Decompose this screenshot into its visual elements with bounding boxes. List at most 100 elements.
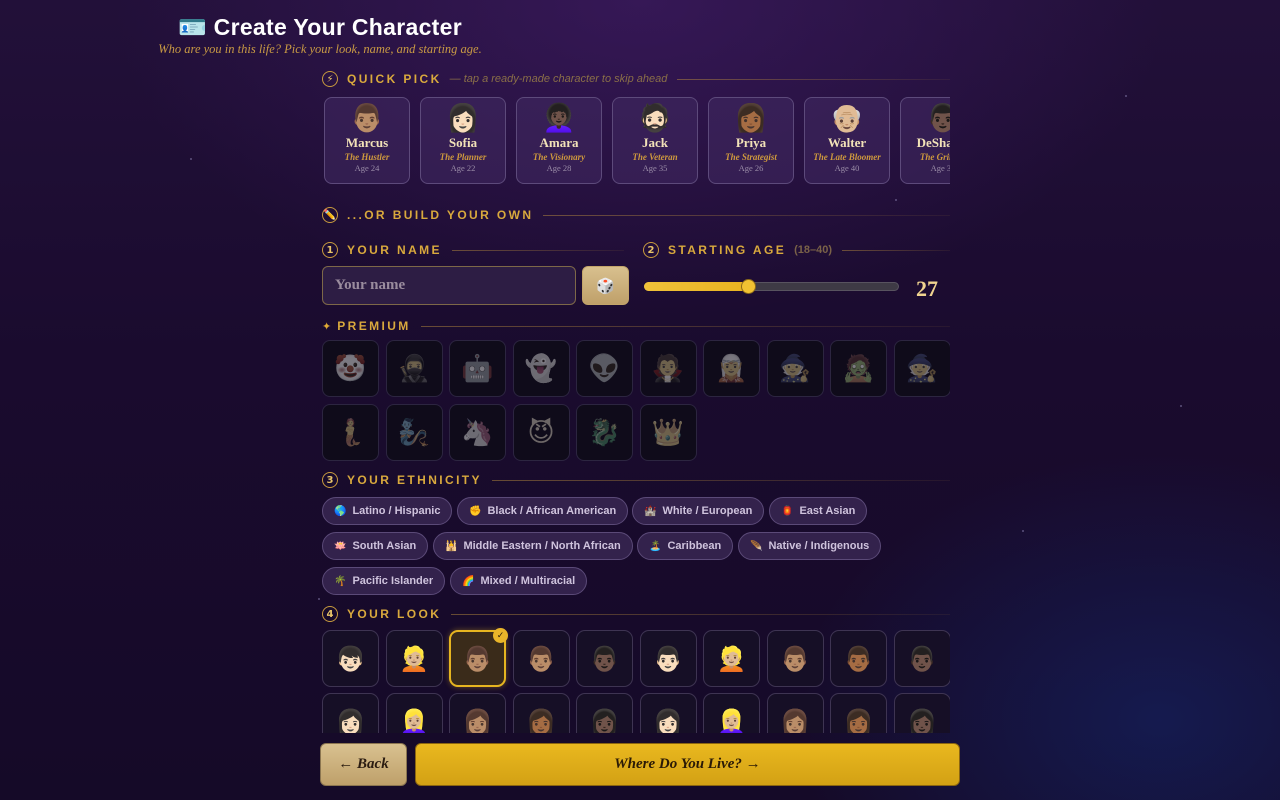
ethnicity-chip-middle-eastern[interactable]: 🕌 Middle Eastern / North African [433, 532, 633, 560]
premium-avatar-icon: 🧜 [334, 417, 367, 448]
character-archetype: The Veteran [632, 152, 678, 162]
divider [842, 249, 950, 251]
chip-label: Pacific Islander [352, 575, 434, 587]
character-avatar: 👩🏿‍🦱 [542, 103, 576, 134]
look-option-selected[interactable]: 👨🏽 ✓ [449, 628, 508, 687]
back-button[interactable]: ← Back [320, 743, 407, 786]
quick-pick-card-jack[interactable]: 🧔🏻 Jack The Veteran Age 35 [612, 97, 698, 184]
premium-avatar-tile[interactable]: 🦄 [449, 404, 506, 461]
premium-avatar-tile[interactable]: 🧟 [830, 340, 887, 397]
look-option[interactable]: 👱🏼 [385, 630, 443, 687]
name-input[interactable] [322, 266, 576, 305]
look-option[interactable]: 👱🏼 [703, 630, 760, 687]
divider [420, 325, 950, 327]
ethnicity-header: 3 YOUR ETHNICITY [322, 470, 950, 490]
premium-avatar-tile[interactable]: 👻 [512, 340, 570, 397]
id-card-icon: 🪪 [178, 14, 207, 40]
ethnicity-chip-south-asian[interactable]: 🪷 South Asian [322, 532, 429, 560]
premium-avatar-tile[interactable]: 👽 [576, 340, 633, 397]
premium-avatar-tile[interactable]: 👑 [639, 404, 697, 461]
look-option[interactable]: 👦🏻 [322, 630, 379, 687]
look-option[interactable]: 👨🏽 [512, 630, 570, 687]
ethnicity-chip-latino[interactable]: 🌎 Latino / Hispanic [322, 497, 453, 525]
character-archetype: The Grinder [919, 152, 950, 162]
look-avatar-icon: 👩🏿 [907, 707, 937, 734]
premium-title: PREMIUM [337, 319, 411, 333]
next-button[interactable]: Where Do You Live? → [415, 743, 960, 786]
character-age: Age 22 [450, 163, 476, 173]
chip-label: Black / African American [487, 505, 617, 517]
feather-icon: 🪶 [750, 540, 763, 552]
age-slider-thumb[interactable] [741, 279, 757, 294]
character-archetype: The Planner [439, 152, 487, 162]
ethnicity-chip-black[interactable]: ✊ Black / African American [457, 497, 629, 525]
premium-avatar-tile[interactable]: 🧛 [639, 340, 697, 397]
quick-pick-card-walter[interactable]: 👴🏼 Walter The Late Bloomer Age 40 [804, 97, 890, 184]
character-name: Priya [735, 135, 767, 150]
castle-icon: 🏰 [644, 505, 657, 517]
look-avatar-icon: 👩🏿 [589, 707, 620, 734]
look-option[interactable]: 👩🏿 [576, 693, 633, 733]
quick-pick-card-marcus[interactable]: 👨🏽 Marcus The Hustler Age 24 [324, 97, 410, 184]
age-slider[interactable] [644, 279, 899, 294]
look-avatar-icon: 👨🏻 [653, 644, 683, 673]
name-section-header: 1 YOUR NAME [322, 240, 624, 260]
character-archetype: The Visionary [532, 152, 586, 162]
look-option[interactable]: 👱🏼‍♀️ [385, 693, 443, 734]
rainbow-icon: 🌈 [462, 575, 475, 587]
look-avatar-icon: 👩🏻 [653, 707, 683, 734]
dice-icon: 🎲 [596, 276, 615, 295]
quick-pick-card-priya[interactable]: 👩🏾 Priya The Strategist Age 26 [708, 97, 794, 184]
ethnicity-chip-caribbean[interactable]: 🏝️ Caribbean [637, 532, 734, 560]
ethnicity-chip-native[interactable]: 🪶 Native / Indigenous [738, 532, 882, 560]
ethnicity-chip-east-asian[interactable]: 🏮 East Asian [769, 497, 868, 525]
look-option[interactable]: 👩🏽 [766, 693, 824, 734]
chip-label: Mixed / Multiracial [480, 575, 576, 587]
premium-avatar-tile[interactable]: 🧙 [893, 340, 950, 397]
look-option[interactable]: 👨🏿 [893, 630, 950, 687]
look-avatar-icon: 👱🏼‍♀️ [399, 707, 429, 734]
look-avatar-icon: 👩🏽 [462, 707, 493, 734]
quick-pick-card-deshawn[interactable]: 👨🏿DeShawn The GrinderAge 30 [900, 97, 950, 184]
ethnicity-chip-white[interactable]: 🏰 White / European [632, 497, 765, 525]
premium-avatar-tile[interactable]: 🧝 [703, 340, 760, 397]
background-star [1022, 530, 1024, 532]
random-name-button[interactable]: 🎲 [582, 266, 629, 305]
premium-avatar-icon: 🦄 [461, 417, 494, 448]
look-option[interactable]: 👩🏾 [830, 693, 887, 733]
look-option[interactable]: 👨🏾 [830, 630, 887, 687]
ethnicity-chip-mixed[interactable]: 🌈 Mixed / Multiracial [450, 567, 588, 595]
premium-avatar-tile[interactable]: 😈 [512, 404, 570, 461]
look-option[interactable]: 👩🏾 [512, 693, 570, 734]
premium-avatar-tile[interactable]: 🧙 [766, 340, 824, 397]
premium-avatar-tile[interactable]: 🤖 [449, 340, 506, 397]
premium-avatar-tile[interactable]: 🐉 [576, 404, 633, 461]
quick-pick-card-sofia[interactable]: 👩🏻 Sofia The Planner Age 22 [420, 97, 506, 184]
chip-label: White / European [662, 505, 753, 517]
look-option[interactable]: 👩🏿 [893, 693, 950, 734]
quick-pick-card-amara[interactable]: 👩🏿‍🦱 Amara The Visionary Age 28 [516, 97, 602, 184]
look-option[interactable]: 👱🏼‍♀️ [703, 693, 760, 733]
character-name: DeShawn [916, 135, 950, 150]
premium-avatar-tile[interactable]: 🧜 [322, 404, 379, 461]
chip-label: East Asian [799, 505, 856, 517]
look-option[interactable]: 👩🏻 [322, 693, 379, 733]
premium-avatar-tile[interactable]: 🥷 [385, 340, 443, 397]
character-archetype: The Hustler [344, 152, 390, 162]
look-option[interactable]: 👩🏻 [639, 693, 697, 734]
background-star [1180, 405, 1182, 407]
look-option[interactable]: 👨🏻 [639, 630, 697, 687]
look-option[interactable]: 👨🏽 [766, 630, 824, 687]
look-avatar-icon: 👱🏼‍♀️ [716, 707, 747, 734]
look-avatar-icon: 👩🏽 [780, 707, 810, 734]
look-option[interactable]: 👨🏿 [576, 630, 633, 687]
ethnicity-chip-pacific-islander[interactable]: 🌴 Pacific Islander [322, 567, 446, 595]
character-avatar: 👩🏻 [446, 103, 480, 134]
premium-avatar-tile[interactable]: 🤡 [322, 340, 379, 397]
premium-avatar-tile[interactable]: 🧞 [385, 404, 443, 461]
premium-avatar-icon: 👻 [524, 353, 558, 384]
divider [451, 249, 624, 251]
look-option[interactable]: 👩🏽 [449, 693, 506, 733]
quick-pick-carousel[interactable]: 👨🏽 Marcus The Hustler Age 24 👩🏻 Sofia The Pla… [324, 97, 950, 187]
look-avatar-icon: 👩🏾 [526, 707, 556, 734]
